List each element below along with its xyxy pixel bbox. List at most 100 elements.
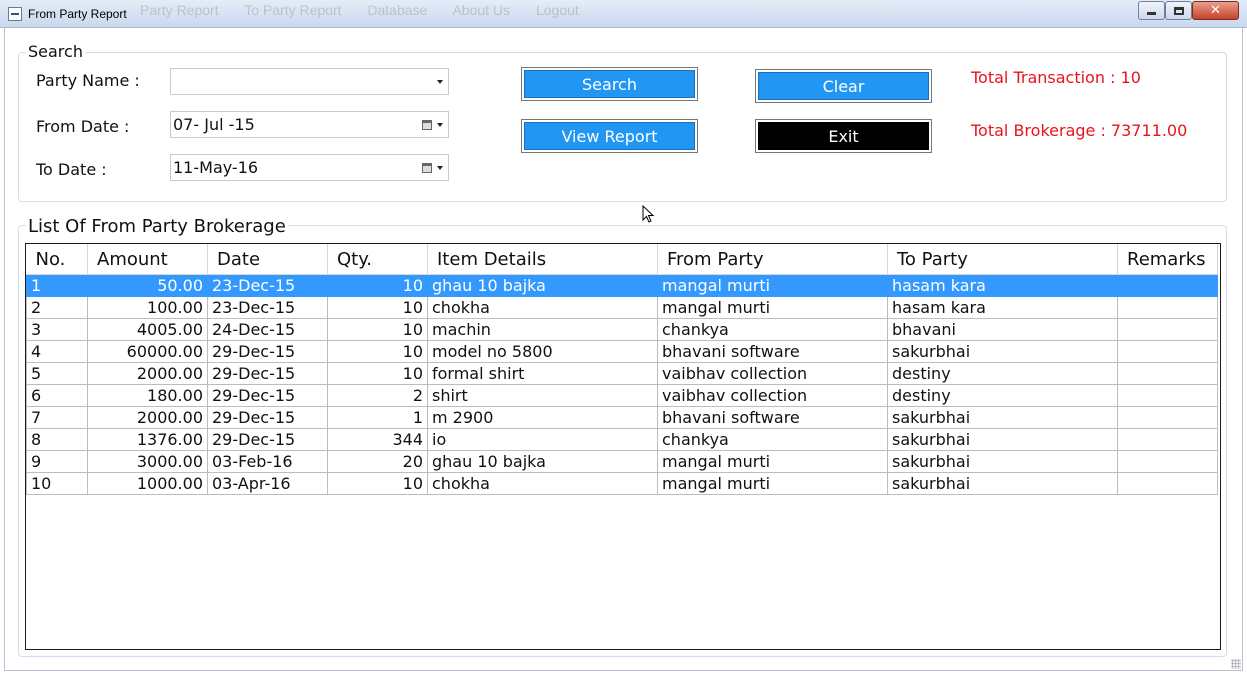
cell-to: hasam kara [887, 295, 1118, 319]
table-row[interactable]: 7 2000.00 29-Dec-15 1 m 2900 bhavani software… [26, 405, 1218, 429]
table-row[interactable]: 4 60000.00 29-Dec-15 10 model no 5800 bhavani… [26, 339, 1218, 363]
cell-qty: 10 [327, 317, 428, 341]
minimize-button[interactable] [1138, 1, 1165, 20]
cell-item: ghau 10 bajka [427, 273, 658, 297]
cell-qty: 2 [327, 383, 428, 407]
cell-to: destiny [887, 383, 1118, 407]
from-date-value: 07- Jul -15 [173, 115, 255, 134]
column-header[interactable]: From Party [657, 244, 888, 275]
cell-amount: 50.00 [87, 273, 208, 297]
table-header-row: No. Amount Date Qty. Item Details From P… [26, 244, 1218, 275]
cell-to: sakurbhai [887, 471, 1118, 495]
to-date-label: To Date : [36, 160, 107, 179]
maximize-button[interactable] [1165, 1, 1192, 20]
table-row[interactable]: 9 3000.00 03-Feb-16 20 ghau 10 bajka mangal m… [26, 449, 1218, 473]
calendar-icon[interactable] [422, 163, 432, 173]
cell-amount: 60000.00 [87, 339, 208, 363]
column-header[interactable]: Qty. [327, 244, 428, 275]
cell-amount: 2000.00 [87, 361, 208, 385]
chevron-down-icon[interactable] [437, 123, 443, 127]
view-report-button[interactable]: View Report [521, 119, 698, 153]
cell-no: 3 [26, 317, 88, 341]
column-header[interactable]: Item Details [427, 244, 658, 275]
cell-date: 23-Dec-15 [207, 273, 328, 297]
cell-no: 5 [26, 361, 88, 385]
to-date-value: 11-May-16 [173, 158, 259, 177]
table-row[interactable]: 1 50.00 23-Dec-15 10 ghau 10 bajka mangal mur… [26, 273, 1218, 297]
cell-amount: 2000.00 [87, 405, 208, 429]
cell-to: hasam kara [887, 273, 1118, 297]
cell-from: bhavani software [657, 405, 888, 429]
chevron-down-icon[interactable] [437, 166, 443, 170]
search-group-label: Search [26, 42, 85, 61]
cell-to: sakurbhai [887, 405, 1118, 429]
cell-date: 29-Dec-15 [207, 361, 328, 385]
cell-qty: 1 [327, 405, 428, 429]
cell-from: mangal murti [657, 449, 888, 473]
total-transaction: Total Transaction : 10 [971, 68, 1141, 87]
chevron-down-icon[interactable] [437, 80, 443, 84]
cell-from: mangal murti [657, 273, 888, 297]
column-header[interactable]: Date [207, 244, 328, 275]
minimize-icon [1147, 12, 1156, 15]
cell-date: 23-Dec-15 [207, 295, 328, 319]
cell-item: chokha [427, 471, 658, 495]
view-report-button-label: View Report [524, 122, 695, 150]
brokerage-table[interactable]: No. Amount Date Qty. Item Details From P… [25, 243, 1221, 650]
cell-date: 03-Apr-16 [207, 471, 328, 495]
window-title: From Party Report [28, 7, 127, 21]
cell-amount: 4005.00 [87, 317, 208, 341]
to-date-picker[interactable]: 11-May-16 [170, 154, 449, 181]
cell-no: 8 [26, 427, 88, 451]
table-row[interactable]: 3 4005.00 24-Dec-15 10 machin chankya bhavani [26, 317, 1218, 341]
clear-button[interactable]: Clear [755, 69, 932, 103]
title-bar: From Party Report Party Report To Party … [0, 0, 1247, 28]
table-row[interactable]: 10 1000.00 03-Apr-16 10 chokha mangal murti sa… [26, 471, 1218, 495]
background-menu-item: Database [367, 2, 428, 18]
cell-no: 4 [26, 339, 88, 363]
cell-from: mangal murti [657, 295, 888, 319]
search-button-label: Search [524, 70, 695, 98]
table-row[interactable]: 2 100.00 23-Dec-15 10 chokha mangal murti hasa… [26, 295, 1218, 319]
resize-grip-icon[interactable] [1231, 659, 1241, 669]
cell-date: 29-Dec-15 [207, 405, 328, 429]
cell-remarks [1117, 383, 1218, 407]
cell-item: io [427, 427, 658, 451]
cell-remarks [1117, 339, 1218, 363]
close-icon: ✕ [1210, 3, 1221, 18]
close-button[interactable]: ✕ [1192, 1, 1239, 20]
cell-date: 29-Dec-15 [207, 383, 328, 407]
column-header[interactable]: No. [26, 244, 88, 275]
column-header[interactable]: Amount [87, 244, 208, 275]
party-name-dropdown[interactable] [170, 68, 449, 95]
from-date-picker[interactable]: 07- Jul -15 [170, 111, 449, 138]
cell-item: machin [427, 317, 658, 341]
maximize-icon [1173, 6, 1184, 15]
column-header[interactable]: To Party [887, 244, 1118, 275]
cell-remarks [1117, 273, 1218, 297]
cell-to: sakurbhai [887, 339, 1118, 363]
cell-no: 9 [26, 449, 88, 473]
cell-no: 6 [26, 383, 88, 407]
table-row[interactable]: 5 2000.00 29-Dec-15 10 formal shirt vaibhav c… [26, 361, 1218, 385]
cell-remarks [1117, 405, 1218, 429]
cell-qty: 10 [327, 471, 428, 495]
cell-amount: 1376.00 [87, 427, 208, 451]
background-menu-item: Logout [535, 2, 579, 18]
table-row[interactable]: 6 180.00 29-Dec-15 2 shirt vaibhav collection… [26, 383, 1218, 407]
cell-item: m 2900 [427, 405, 658, 429]
cell-from: mangal murti [657, 471, 888, 495]
cell-from: bhavani software [657, 339, 888, 363]
cell-item: ghau 10 bajka [427, 449, 658, 473]
background-menu-item: To Party Report [244, 2, 342, 18]
column-header[interactable]: Remarks [1117, 244, 1218, 275]
exit-button-label: Exit [758, 122, 929, 150]
search-button[interactable]: Search [521, 67, 698, 101]
exit-button[interactable]: Exit [755, 119, 932, 153]
total-brokerage: Total Brokerage : 73711.00 [971, 121, 1188, 140]
calendar-icon[interactable] [422, 120, 432, 130]
cell-no: 1 [26, 273, 88, 297]
table-row[interactable]: 8 1376.00 29-Dec-15 344 io chankya sakurbhai [26, 427, 1218, 451]
cell-qty: 10 [327, 361, 428, 385]
cell-remarks [1117, 471, 1218, 495]
